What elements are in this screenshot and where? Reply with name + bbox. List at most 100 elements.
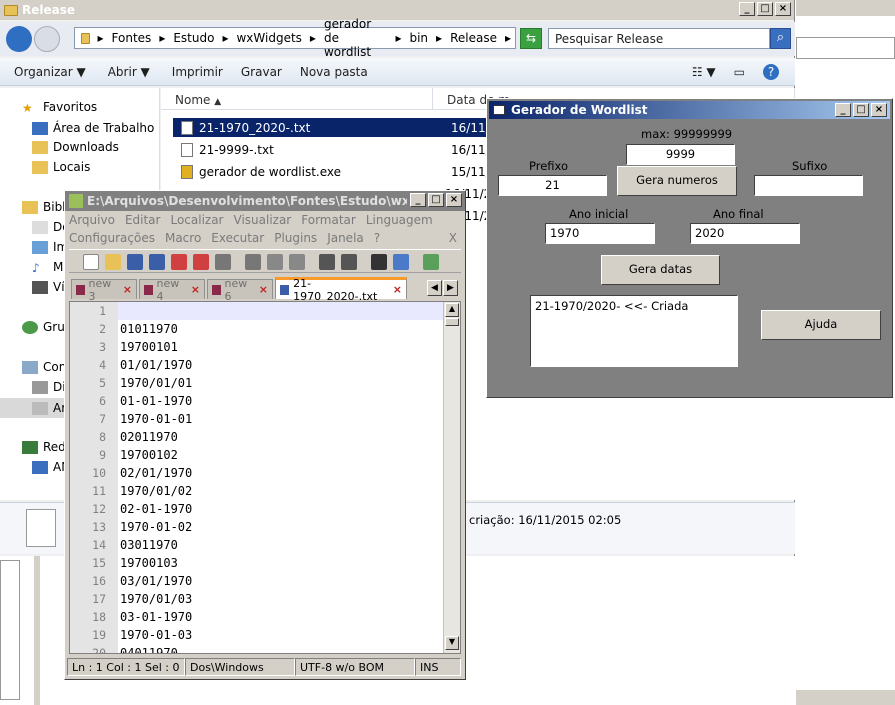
redo-icon[interactable] <box>341 254 357 270</box>
count-field[interactable]: 9999 <box>626 144 735 165</box>
refresh-icon[interactable]: ⇆ <box>520 28 542 49</box>
menu-linguagem[interactable]: Linguagem <box>366 213 433 231</box>
nav-locais[interactable]: Locais <box>32 160 90 174</box>
code-line[interactable]: 1970/01/03 <box>120 592 192 606</box>
nav-desktop[interactable]: Área de Trabalho <box>32 121 154 135</box>
help-button[interactable]: Ajuda <box>761 310 881 340</box>
output-log[interactable]: 21-1970/2020- <<- Criada <box>530 295 738 367</box>
close-tab-icon[interactable]: × <box>259 283 268 296</box>
paste-icon[interactable] <box>289 254 305 270</box>
end-year-field[interactable]: 2020 <box>690 223 800 244</box>
preview-pane-icon[interactable]: ▭ <box>734 65 745 79</box>
code-line[interactable]: 19700101 <box>120 340 178 354</box>
prefix-field[interactable]: 21 <box>498 175 607 196</box>
tab-new-3[interactable]: new 3 × <box>71 277 137 303</box>
vertical-scrollbar[interactable]: ▲ ▼ <box>443 302 460 653</box>
menu-visualizar[interactable]: Visualizar <box>234 213 292 231</box>
code-line[interactable]: 01/01/1970 <box>120 358 192 372</box>
code-line[interactable]: 03-01-1970 <box>120 610 192 624</box>
menu-plugins[interactable]: Plugins <box>274 231 317 249</box>
explorer-titlebar[interactable]: Release _ □ × <box>0 0 794 20</box>
close-tab-icon[interactable]: × <box>123 283 132 296</box>
close-button[interactable]: × <box>775 2 791 16</box>
text-editor[interactable]: 1 2 3 4 5 6 7 8 9 10 11 12 13 14 15 16 17 18 19 20 01011970… <box>69 301 461 654</box>
menu-configuracoes[interactable]: Configurações <box>69 231 155 249</box>
suffix-field[interactable] <box>754 175 863 196</box>
npp-titlebar[interactable]: E:\Arquivos\Desenvolvimento\Fontes\Estud… <box>65 191 465 211</box>
back-button[interactable] <box>6 26 32 52</box>
maximize-button[interactable]: □ <box>757 2 773 16</box>
zoom-icon[interactable] <box>423 254 439 270</box>
save-icon[interactable] <box>127 254 143 270</box>
burn-button[interactable]: Gravar <box>241 65 282 79</box>
copy-icon[interactable] <box>267 254 283 270</box>
open-file-icon[interactable] <box>105 254 121 270</box>
code-line[interactable]: 03011970 <box>120 538 178 552</box>
code-line[interactable]: 19700102 <box>120 448 178 462</box>
view-options-icon[interactable]: ☷ ▼ <box>692 65 716 79</box>
print-icon[interactable] <box>215 254 231 270</box>
minimize-button[interactable]: _ <box>410 193 426 207</box>
help-icon[interactable]: ? <box>763 63 779 80</box>
menu-localizar[interactable]: Localizar <box>170 213 223 231</box>
minimize-button[interactable]: _ <box>739 2 755 16</box>
menu-macro[interactable]: Macro <box>165 231 201 249</box>
code-line[interactable]: 01011970 <box>120 322 178 336</box>
new-folder-button[interactable]: Nova pasta <box>300 65 368 79</box>
menu-close[interactable]: X <box>449 231 457 249</box>
generate-dates-button[interactable]: Gera datas <box>601 255 720 285</box>
code-line[interactable]: 1970/01/02 <box>120 484 192 498</box>
breadcrumb-item[interactable]: bin <box>409 31 428 45</box>
close-button[interactable]: × <box>871 103 887 117</box>
search-input[interactable]: Pesquisar Release <box>548 28 770 49</box>
open-menu[interactable]: Abrir ▼ <box>108 65 150 79</box>
tab-new-4[interactable]: new 4 × <box>139 277 205 303</box>
scroll-thumb[interactable] <box>445 318 459 326</box>
breadcrumb-item[interactable]: Release <box>450 31 497 45</box>
close-file-icon[interactable] <box>171 254 187 270</box>
start-year-field[interactable]: 1970 <box>545 223 655 244</box>
menu-help[interactable]: ? <box>374 231 380 249</box>
tab-scroll-right-icon[interactable]: ▶ <box>443 280 458 296</box>
menu-executar[interactable]: Executar <box>211 231 264 249</box>
code-line[interactable]: 02/01/1970 <box>120 466 192 480</box>
nav-downloads[interactable]: Downloads <box>32 140 119 154</box>
tab-new-6[interactable]: new 6 × <box>207 277 273 303</box>
code-line[interactable]: 01-01-1970 <box>120 394 192 408</box>
nav-favoritos[interactable]: ★ Favoritos <box>22 100 97 115</box>
replace-icon[interactable] <box>393 254 409 270</box>
forward-button[interactable] <box>34 26 60 52</box>
column-name[interactable]: Nome ▲ <box>161 88 433 110</box>
close-tab-icon[interactable]: × <box>191 283 200 296</box>
maximize-button[interactable]: □ <box>428 193 444 207</box>
breadcrumb-item[interactable]: wxWidgets <box>236 31 301 45</box>
code-line[interactable]: 02011970 <box>120 430 178 444</box>
save-all-icon[interactable] <box>149 254 165 270</box>
menu-formatar[interactable]: Formatar <box>301 213 356 231</box>
find-icon[interactable] <box>371 254 387 270</box>
code-line[interactable]: 1970-01-03 <box>120 628 192 642</box>
code-line[interactable]: 19700103 <box>120 556 178 570</box>
breadcrumb-item[interactable]: gerador de wordlist <box>324 17 388 59</box>
bg-scrollbar[interactable] <box>796 690 895 705</box>
tab-scroll-left-icon[interactable]: ◀ <box>427 280 442 296</box>
maximize-button[interactable]: □ <box>853 103 869 117</box>
breadcrumb-item[interactable]: Estudo <box>173 31 214 45</box>
close-button[interactable]: × <box>446 193 462 207</box>
splitter[interactable] <box>34 556 40 705</box>
code-line[interactable]: 1970/01/01 <box>120 376 192 390</box>
code-line[interactable]: 03/01/1970 <box>120 574 192 588</box>
menu-editar[interactable]: Editar <box>125 213 161 231</box>
minimize-button[interactable]: _ <box>835 103 851 117</box>
search-icon[interactable]: ⌕ <box>770 28 791 49</box>
new-file-icon[interactable] <box>83 254 99 270</box>
breadcrumb-item[interactable]: Fontes <box>112 31 152 45</box>
code-line[interactable]: 02-01-1970 <box>120 502 192 516</box>
tab-active-file[interactable]: 21-1970_2020-.txt × <box>275 277 407 303</box>
close-all-icon[interactable] <box>193 254 209 270</box>
menu-arquivo[interactable]: Arquivo <box>69 213 115 231</box>
menu-janela[interactable]: Janela <box>327 231 364 249</box>
code-line[interactable]: 1970-01-02 <box>120 520 192 534</box>
undo-icon[interactable] <box>319 254 335 270</box>
organize-menu[interactable]: Organizar ▼ <box>14 65 86 79</box>
